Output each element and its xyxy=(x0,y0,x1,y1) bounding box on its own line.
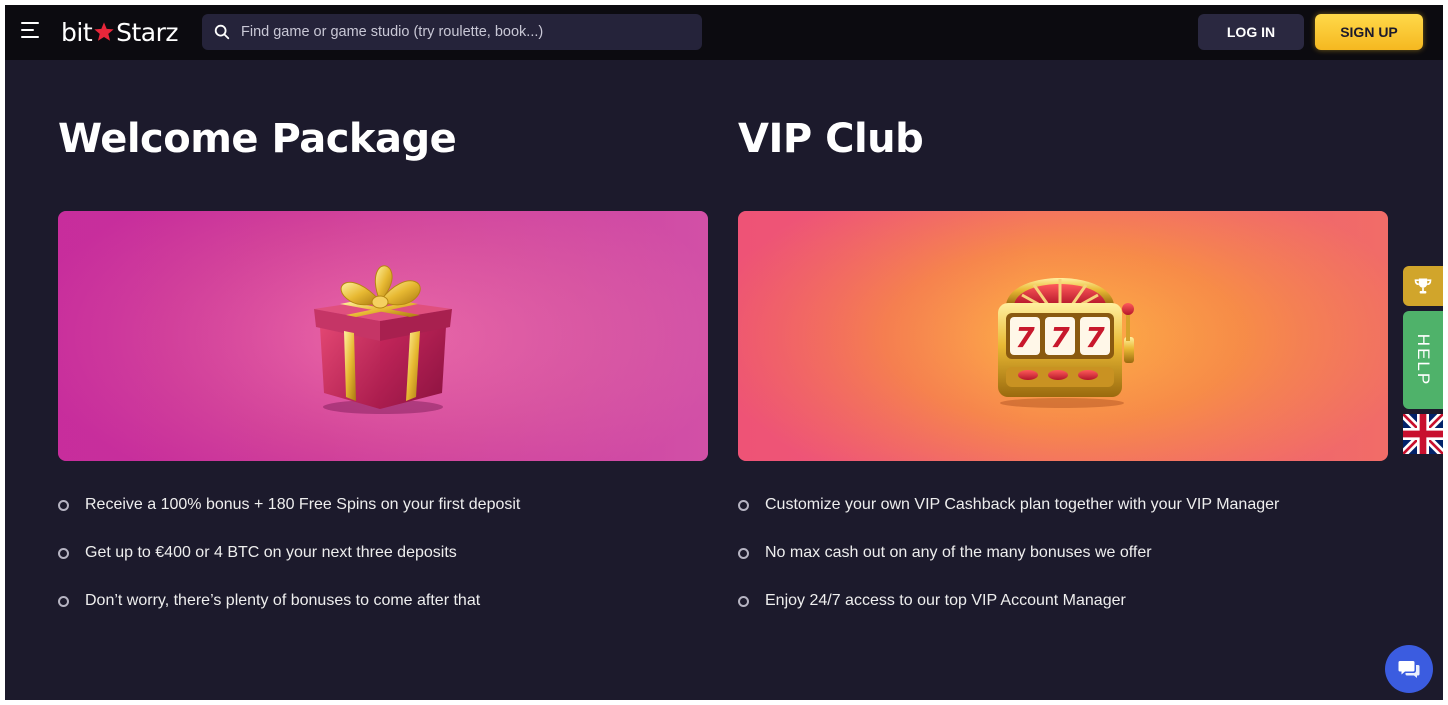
bullet-circle-icon xyxy=(738,548,749,559)
search-icon xyxy=(214,24,230,40)
list-item-text: Customize your own VIP Cashback plan tog… xyxy=(765,496,1280,513)
list-item-text: Receive a 100% bonus + 180 Free Spins on… xyxy=(85,496,521,513)
logo-text-starz: Starz xyxy=(116,17,179,47)
list-item: Don’t worry, there’s plenty of bonuses t… xyxy=(58,589,520,637)
top-header: bit Starz LOG IN SIGN UP xyxy=(5,5,1443,60)
chat-bubble-icon xyxy=(1398,661,1420,678)
logo-text-bit: bit xyxy=(61,17,93,47)
language-selector[interactable] xyxy=(1400,411,1443,457)
page-frame: bit Starz LOG IN SIGN UP Welcome Package xyxy=(5,5,1443,700)
search-bar[interactable] xyxy=(202,14,702,50)
star-icon xyxy=(94,22,114,41)
list-item-text: Get up to €400 or 4 BTC on your next thr… xyxy=(85,544,457,561)
uk-flag-icon xyxy=(1400,411,1443,457)
svg-text:7: 7 xyxy=(1050,321,1070,354)
welcome-package-title: Welcome Package xyxy=(58,116,457,162)
list-item: Customize your own VIP Cashback plan tog… xyxy=(738,493,1279,541)
search-input[interactable] xyxy=(241,24,702,40)
hamburger-menu-icon[interactable] xyxy=(21,22,41,42)
trophy-icon xyxy=(1414,278,1432,294)
vip-club-title: VIP Club xyxy=(738,116,924,162)
bullet-circle-icon xyxy=(58,500,69,511)
bullet-circle-icon xyxy=(58,596,69,607)
trophy-button[interactable] xyxy=(1403,266,1443,306)
bitstarz-logo[interactable]: bit Starz xyxy=(61,15,179,49)
help-button[interactable]: HELP xyxy=(1403,311,1443,409)
welcome-package-list: Receive a 100% bonus + 180 Free Spins on… xyxy=(58,493,520,637)
bullet-circle-icon xyxy=(58,548,69,559)
vip-club-list: Customize your own VIP Cashback plan tog… xyxy=(738,493,1279,637)
gift-box-illustration xyxy=(314,265,452,414)
slot-machine-illustration: 7 7 7 xyxy=(998,278,1134,408)
vip-club-banner[interactable]: 7 7 7 xyxy=(738,211,1388,461)
list-item: Receive a 100% bonus + 180 Free Spins on… xyxy=(58,493,520,541)
svg-text:7: 7 xyxy=(1015,321,1035,354)
list-item-text: Enjoy 24/7 access to our top VIP Account… xyxy=(765,592,1126,609)
bullet-circle-icon xyxy=(738,500,749,511)
list-item-text: No max cash out on any of the many bonus… xyxy=(765,544,1152,561)
list-item: No max cash out on any of the many bonus… xyxy=(738,541,1279,589)
list-item: Enjoy 24/7 access to our top VIP Account… xyxy=(738,589,1279,637)
svg-text:7: 7 xyxy=(1085,321,1105,354)
welcome-package-banner[interactable] xyxy=(58,211,708,461)
login-button[interactable]: LOG IN xyxy=(1198,14,1304,50)
signup-button[interactable]: SIGN UP xyxy=(1315,14,1423,50)
list-item: Get up to €400 or 4 BTC on your next thr… xyxy=(58,541,520,589)
bullet-circle-icon xyxy=(738,596,749,607)
help-label: HELP xyxy=(1414,333,1434,387)
list-item-text: Don’t worry, there’s plenty of bonuses t… xyxy=(85,592,481,609)
chat-button[interactable] xyxy=(1385,645,1433,693)
